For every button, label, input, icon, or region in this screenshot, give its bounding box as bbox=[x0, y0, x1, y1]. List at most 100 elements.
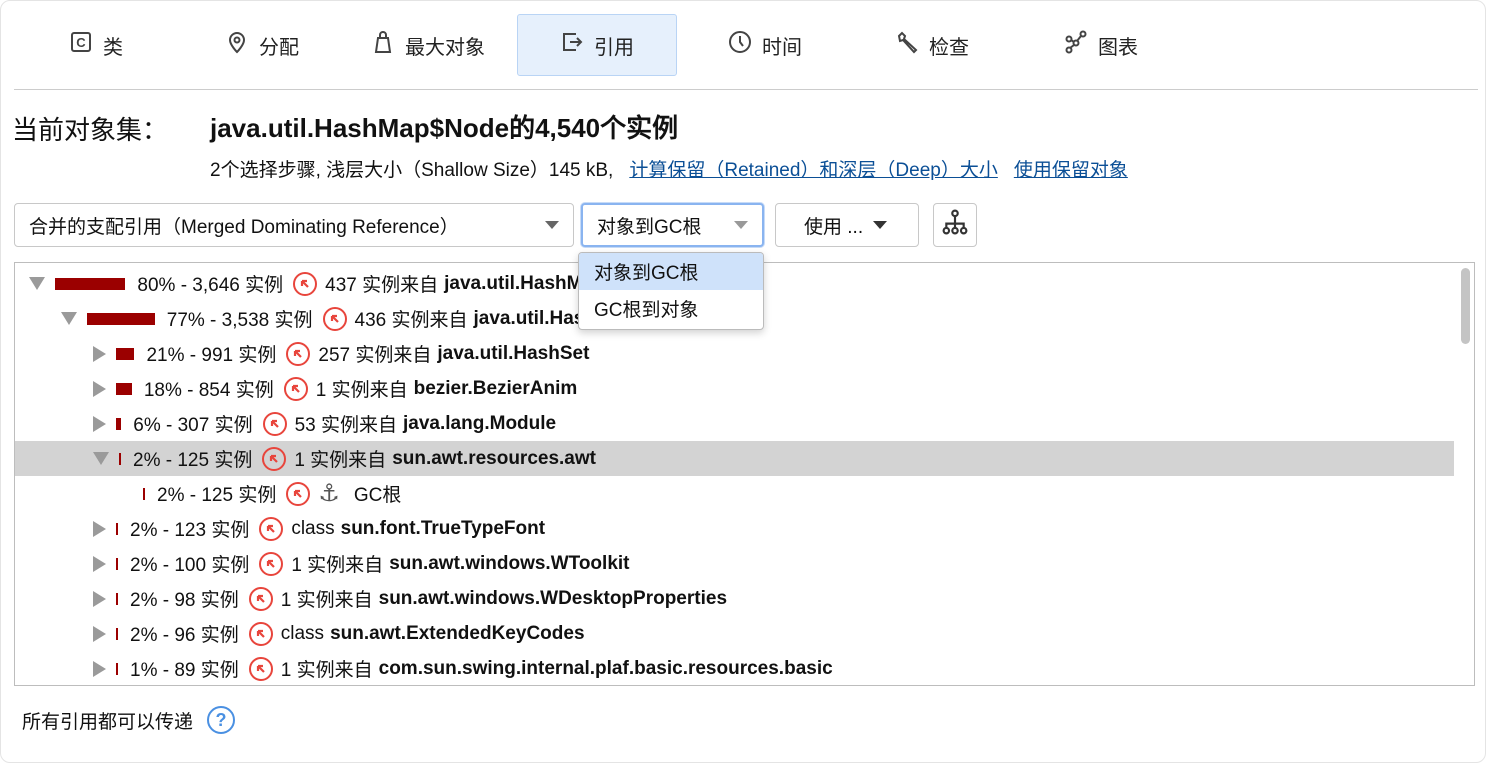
reference-arrow-icon bbox=[262, 411, 287, 436]
instance-count: 1% - 89 实例 bbox=[130, 660, 239, 681]
tree-row[interactable]: 18% - 854 实例 1 实例来自 bezier.BezierAnim bbox=[15, 371, 1454, 406]
view-select[interactable]: 合并的支配引用（Merged Dominating Reference） bbox=[14, 203, 574, 247]
graph-icon bbox=[1064, 30, 1088, 60]
tab-inspections[interactable]: 检查 bbox=[880, 14, 984, 76]
reference-arrow-icon bbox=[293, 271, 318, 296]
use-button-label: 使用 ... bbox=[804, 216, 864, 238]
reference-prefix: 1 实例来自 bbox=[280, 590, 373, 611]
tab-biggest-objects[interactable]: 最大对象 bbox=[356, 14, 500, 76]
selection-info: 2个选择步骤, 浅层大小（Shallow Size）145 kB, bbox=[210, 160, 614, 181]
use-retained-link[interactable]: 使用保留对象 bbox=[1014, 155, 1128, 182]
percentage-bar bbox=[119, 452, 121, 465]
expand-toggle-icon[interactable] bbox=[93, 625, 106, 642]
transitive-note: 所有引用都可以传递 bbox=[22, 711, 194, 733]
percentage-bar bbox=[87, 312, 155, 325]
reference-arrow-icon bbox=[259, 551, 284, 576]
clock-icon bbox=[728, 30, 752, 60]
object-set-info: 2个选择步骤, 浅层大小（Shallow Size）145 kB, 计算保留（R… bbox=[210, 155, 1128, 182]
direction-select[interactable]: 对象到GC根 bbox=[581, 203, 764, 247]
tree-row[interactable]: 2% - 100 实例 1 实例来自 sun.awt.windows.WToolki… bbox=[15, 546, 1454, 581]
class-name: java.lang.Module bbox=[403, 412, 557, 434]
tree-row[interactable]: 1% - 89 实例 1 实例来自 com.sun.swing.internal.p… bbox=[15, 651, 1454, 685]
instance-count: 2% - 125 实例 bbox=[133, 450, 253, 471]
class-name: java.util.HashSet bbox=[437, 342, 590, 364]
wrench-icon bbox=[895, 30, 919, 60]
class-name: com.sun.swing.internal.plaf.basic.resour… bbox=[378, 657, 833, 679]
tree-row[interactable]: 2% - 98 实例 1 实例来自 sun.awt.windows.WDesktop… bbox=[15, 581, 1454, 616]
anchor-icon: ⚓ bbox=[318, 480, 340, 507]
svg-text:C: C bbox=[76, 35, 86, 50]
class-name: bezier.BezierAnim bbox=[413, 377, 578, 399]
tree-row[interactable]: 2% - 123 实例 class sun.font.TrueTypeFont bbox=[15, 511, 1454, 546]
calculate-retained-link[interactable]: 计算保留（Retained）和深层（Deep）大小 bbox=[629, 155, 997, 182]
expand-toggle-icon[interactable] bbox=[93, 380, 106, 397]
class-name: sun.awt.resources.awt bbox=[392, 447, 596, 469]
tree-row[interactable]: 2% - 125 实例 1 实例来自 sun.awt.resources.awt bbox=[15, 441, 1454, 476]
percentage-bar bbox=[116, 627, 118, 640]
reference-prefix: 1 实例来自 bbox=[291, 555, 384, 576]
percentage-bar bbox=[116, 522, 118, 535]
tab-allocations[interactable]: 分配 bbox=[210, 14, 314, 76]
tree-row[interactable]: 6% - 307 实例 53 实例来自 java.lang.Module bbox=[15, 406, 1454, 441]
reference-arrow-icon bbox=[262, 446, 287, 471]
help-icon[interactable]: ? bbox=[207, 706, 236, 734]
tab-classes[interactable]: C类 bbox=[54, 14, 138, 76]
expand-toggle-icon[interactable] bbox=[93, 345, 106, 362]
reference-arrow-icon bbox=[259, 516, 284, 541]
option-gc-root-to-object[interactable]: GC根到对象 bbox=[579, 290, 763, 327]
reference-arrow-icon bbox=[322, 306, 347, 331]
instance-count: 2% - 96 实例 bbox=[130, 625, 239, 646]
instance-count: 2% - 100 实例 bbox=[130, 555, 250, 576]
reference-prefix: 257 实例来自 bbox=[318, 345, 432, 366]
use-button[interactable]: 使用 ... bbox=[775, 203, 919, 247]
reference-icon bbox=[560, 30, 584, 60]
class-name: sun.awt.windows.WDesktopProperties bbox=[378, 587, 728, 609]
expand-toggle-icon[interactable] bbox=[93, 415, 106, 432]
reference-prefix: 436 实例来自 bbox=[354, 310, 468, 331]
expand-toggle-icon[interactable] bbox=[93, 555, 106, 572]
direction-dropdown-menu: 对象到GC根 GC根到对象 bbox=[578, 252, 764, 330]
tab-graph[interactable]: 图表 bbox=[1049, 14, 1153, 76]
reference-arrow-icon bbox=[248, 586, 273, 611]
tree-row[interactable]: 21% - 991 实例 257 实例来自 java.util.HashSet bbox=[15, 336, 1454, 371]
percentage-bar bbox=[116, 557, 118, 570]
reference-arrow-icon bbox=[248, 656, 273, 681]
object-set-title: java.util.HashMap$Node的4,540个实例 bbox=[210, 113, 679, 143]
class-name: sun.font.TrueTypeFont bbox=[340, 517, 546, 539]
expand-toggle-icon[interactable] bbox=[93, 520, 106, 537]
expand-toggle-icon[interactable] bbox=[93, 590, 106, 607]
collapse-toggle-icon[interactable] bbox=[93, 452, 109, 465]
reference-prefix: 53 实例来自 bbox=[294, 415, 398, 436]
instance-count: 6% - 307 实例 bbox=[133, 415, 253, 436]
chevron-down-icon bbox=[734, 221, 748, 229]
collapse-toggle-icon[interactable] bbox=[61, 312, 77, 325]
class-icon: C bbox=[69, 30, 93, 60]
tab-label: 检查 bbox=[929, 36, 969, 59]
expand-toggle-icon[interactable] bbox=[93, 660, 106, 677]
instance-count: 80% - 3,646 实例 bbox=[137, 275, 284, 296]
tab-references[interactable]: 引用 bbox=[517, 14, 677, 76]
tree-view-button[interactable] bbox=[933, 203, 977, 247]
scrollbar[interactable] bbox=[1461, 268, 1470, 344]
collapse-toggle-icon[interactable] bbox=[29, 277, 45, 290]
percentage-bar bbox=[116, 382, 132, 395]
tab-label: 类 bbox=[103, 36, 123, 59]
reference-prefix: class bbox=[280, 622, 325, 644]
tree-row[interactable]: 2% - 96 实例 class sun.awt.ExtendedKeyCodes bbox=[15, 616, 1454, 651]
location-pin-icon bbox=[225, 30, 249, 60]
hierarchy-icon bbox=[942, 209, 968, 241]
option-object-to-gc-root[interactable]: 对象到GC根 bbox=[579, 253, 763, 290]
instance-count: 2% - 98 实例 bbox=[130, 590, 239, 611]
percentage-bar bbox=[116, 347, 135, 360]
object-set-label: 当前对象集： bbox=[12, 116, 169, 146]
direction-select-value: 对象到GC根 bbox=[597, 216, 702, 238]
percentage-bar bbox=[143, 487, 145, 500]
tab-time[interactable]: 时间 bbox=[713, 14, 817, 76]
instance-count: 21% - 991 实例 bbox=[146, 345, 277, 366]
tab-label: 时间 bbox=[762, 36, 802, 59]
reference-prefix: 1 实例来自 bbox=[280, 660, 373, 681]
chevron-down-icon bbox=[873, 221, 888, 229]
tab-bar: C类 分配 最大对象 引用 时间 检查 图表 bbox=[14, 14, 1478, 76]
reference-arrow-icon bbox=[283, 376, 308, 401]
tree-row[interactable]: 2% - 125 实例 ⚓ GC根 bbox=[15, 476, 1454, 511]
